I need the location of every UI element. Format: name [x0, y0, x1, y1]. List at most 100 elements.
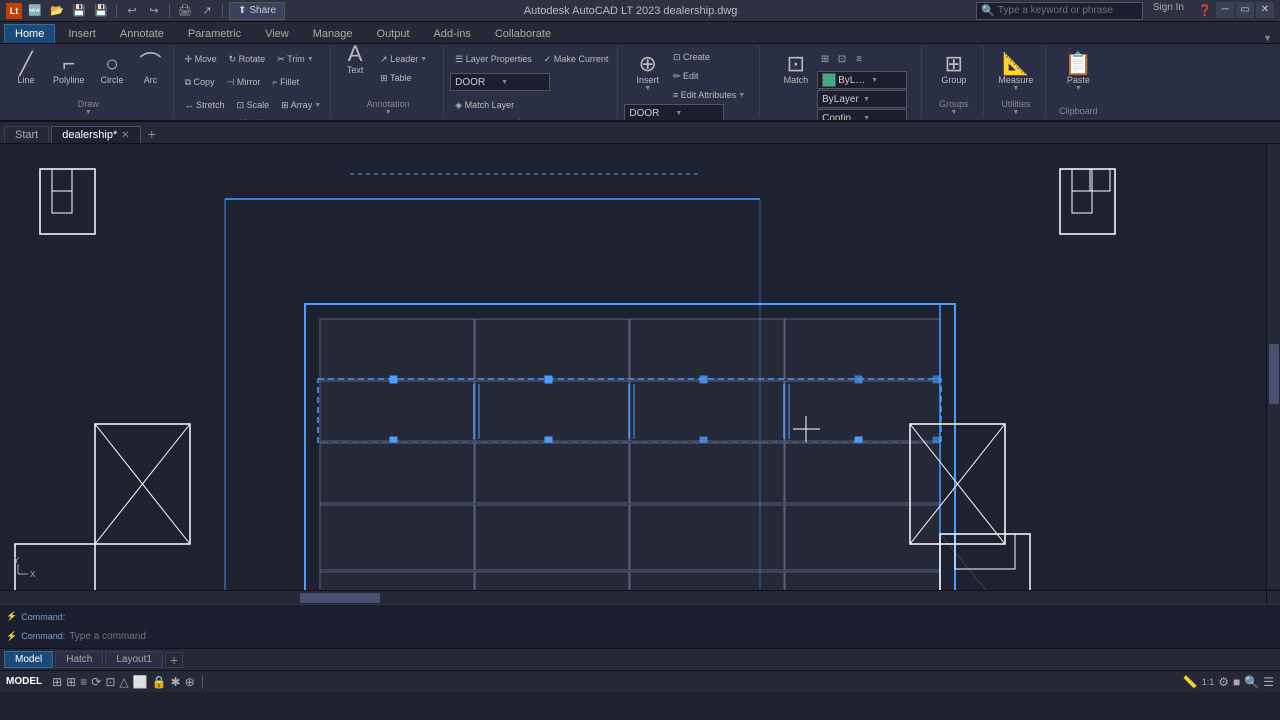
- layer-properties-button[interactable]: ☰ Layer Properties: [450, 50, 537, 68]
- app-logo: Lt: [6, 3, 22, 19]
- block-dropdown[interactable]: DOOR ▼: [624, 104, 724, 122]
- mirror-button[interactable]: ⊣ Mirror: [222, 73, 266, 91]
- edit-block-button[interactable]: ✏ Edit: [668, 67, 750, 85]
- tab-output[interactable]: Output: [366, 24, 421, 43]
- tab-parametric[interactable]: Parametric: [177, 24, 252, 43]
- linetype-dropdown[interactable]: Continuous ▼: [817, 109, 907, 122]
- add-layout-button[interactable]: +: [165, 652, 183, 668]
- minimize-button[interactable]: ─: [1216, 2, 1234, 18]
- utilities-group-arrow[interactable]: ▼: [1012, 109, 1019, 116]
- quick-access-undo[interactable]: ↩: [123, 2, 141, 20]
- search-input[interactable]: [998, 5, 1138, 16]
- sign-in-link[interactable]: Sign In: [1153, 2, 1184, 20]
- arc-button[interactable]: ⌒ Arc: [133, 48, 169, 90]
- quick-access-saveas[interactable]: 💾: [92, 2, 110, 20]
- quick-access-publish[interactable]: ↗: [198, 2, 216, 20]
- quick-access-save[interactable]: 💾: [70, 2, 88, 20]
- vertical-scrollbar[interactable]: [1266, 144, 1280, 588]
- main-table[interactable]: [305, 304, 955, 604]
- vscroll-thumb[interactable]: [1269, 344, 1279, 404]
- layout-tab-hatch[interactable]: Hatch: [55, 651, 103, 668]
- match-properties-button[interactable]: ⊡ Match: [777, 48, 816, 90]
- status-lw-icon[interactable]: ✱: [171, 675, 181, 689]
- layout-tab-model[interactable]: Model: [4, 651, 53, 668]
- close-button[interactable]: ✕: [1256, 2, 1274, 18]
- dimension-button[interactable]: ↔ Dimension: [375, 44, 439, 49]
- groups-group-arrow[interactable]: ▼: [950, 109, 957, 116]
- tab-add-ins[interactable]: Add-ins: [423, 24, 482, 43]
- drawing-canvas[interactable]: Y X: [0, 144, 1280, 604]
- new-tab-button[interactable]: +: [143, 125, 161, 143]
- scale-button[interactable]: ⊡ Scale: [232, 96, 275, 114]
- prop-icon1[interactable]: ⊞: [817, 51, 833, 67]
- command-input[interactable]: [69, 631, 1274, 642]
- bylayer-dropdown[interactable]: ByLayer ▼: [817, 90, 907, 108]
- quick-access-open[interactable]: 📂: [48, 2, 66, 20]
- move-button[interactable]: ✛ Move: [180, 50, 222, 68]
- status-3dosnap-icon[interactable]: △: [119, 675, 128, 689]
- stretch-button[interactable]: ↔ Stretch: [180, 96, 230, 114]
- copy-button[interactable]: ⧉ Copy: [180, 73, 220, 91]
- search-box[interactable]: 🔍: [976, 2, 1143, 20]
- fillet-button[interactable]: ⌐ Fillet: [267, 73, 304, 91]
- help-button[interactable]: ❓: [1196, 2, 1214, 20]
- measure-button[interactable]: 📐 Measure ▼: [991, 48, 1040, 97]
- share-button[interactable]: ⬆ Share: [229, 2, 285, 20]
- status-polar-icon[interactable]: ⟳: [91, 675, 101, 689]
- status-anno-scale[interactable]: 📏: [1183, 675, 1198, 689]
- ribbon-options[interactable]: ▼: [1263, 33, 1272, 43]
- status-dyn-icon[interactable]: 🔒: [152, 675, 167, 689]
- tab-home[interactable]: Home: [4, 24, 55, 43]
- line-button[interactable]: ╱ Line: [8, 48, 44, 90]
- prop-icon3[interactable]: ≡: [851, 51, 867, 67]
- tab-annotate[interactable]: Annotate: [109, 24, 175, 43]
- doc-tab-close[interactable]: ✕: [121, 130, 129, 141]
- text-button[interactable]: A Text: [337, 44, 373, 80]
- array-button[interactable]: ⊞ Array ▼: [276, 96, 326, 114]
- paste-arrow: ▼: [1075, 85, 1082, 92]
- match-layer-button[interactable]: ◈ Match Layer: [450, 96, 519, 114]
- status-grid-icon[interactable]: ⊞: [52, 675, 62, 689]
- doc-tab-start[interactable]: Start: [4, 126, 49, 143]
- quick-access-redo[interactable]: ↪: [145, 2, 163, 20]
- status-tp-icon[interactable]: ⊕: [185, 675, 195, 689]
- model-label[interactable]: MODEL: [6, 676, 42, 687]
- tab-view[interactable]: View: [254, 24, 300, 43]
- prop-icon2[interactable]: ⊡: [834, 51, 850, 67]
- edit-attributes-button[interactable]: ≡ Edit Attributes ▼: [668, 86, 750, 104]
- insert-button[interactable]: ⊕ Insert ▼: [629, 48, 666, 97]
- doc-tab-dealership[interactable]: dealership* ✕: [51, 126, 140, 143]
- create-block-button[interactable]: ⊡ Create: [668, 48, 750, 66]
- status-osnap-icon[interactable]: ⊡: [105, 675, 115, 689]
- color-dropdown[interactable]: ByLayer ▼: [817, 71, 907, 89]
- layer-dropdown[interactable]: DOOR ▼: [450, 73, 550, 91]
- annotation-group-arrow[interactable]: ▼: [385, 109, 392, 116]
- status-isolate-icon[interactable]: 🔍: [1244, 675, 1259, 689]
- group-button[interactable]: ⊞ Group: [934, 48, 973, 90]
- table-button[interactable]: ⊞ Table: [375, 69, 439, 87]
- tab-insert[interactable]: Insert: [57, 24, 107, 43]
- tab-manage[interactable]: Manage: [302, 24, 364, 43]
- rotate-button[interactable]: ↻ Rotate: [224, 50, 271, 68]
- hscroll-thumb[interactable]: [300, 593, 380, 603]
- status-snap-icon[interactable]: ⊞: [66, 675, 76, 689]
- quick-access-print[interactable]: 🖨: [176, 2, 194, 20]
- circle-button[interactable]: ○ Circle: [94, 48, 131, 90]
- restore-button[interactable]: ▭: [1236, 2, 1254, 18]
- color-swatch: [822, 73, 836, 87]
- trim-button[interactable]: ✂ Trim ▼: [272, 50, 318, 68]
- draw-group-arrow[interactable]: ▼: [85, 109, 92, 116]
- horizontal-scrollbar[interactable]: [0, 590, 1266, 604]
- status-workspaces-icon[interactable]: ⚙: [1218, 675, 1229, 689]
- status-units-icon[interactable]: ■: [1233, 675, 1240, 689]
- status-ortho-icon[interactable]: ≡: [80, 675, 87, 689]
- paste-button[interactable]: 📋 Paste ▼: [1058, 48, 1099, 97]
- status-otrack-icon[interactable]: ⬜: [133, 675, 148, 689]
- leader-button[interactable]: ↗ Leader ▼: [375, 50, 439, 68]
- polyline-button[interactable]: ⌐ Polyline: [46, 48, 92, 90]
- status-customize-icon[interactable]: ☰: [1263, 675, 1274, 689]
- layout-tab-layout1[interactable]: Layout1: [105, 651, 163, 668]
- make-current-button[interactable]: ✓ Make Current: [539, 50, 614, 68]
- tab-collaborate[interactable]: Collaborate: [484, 24, 562, 43]
- quick-access-new[interactable]: 🆕: [26, 2, 44, 20]
